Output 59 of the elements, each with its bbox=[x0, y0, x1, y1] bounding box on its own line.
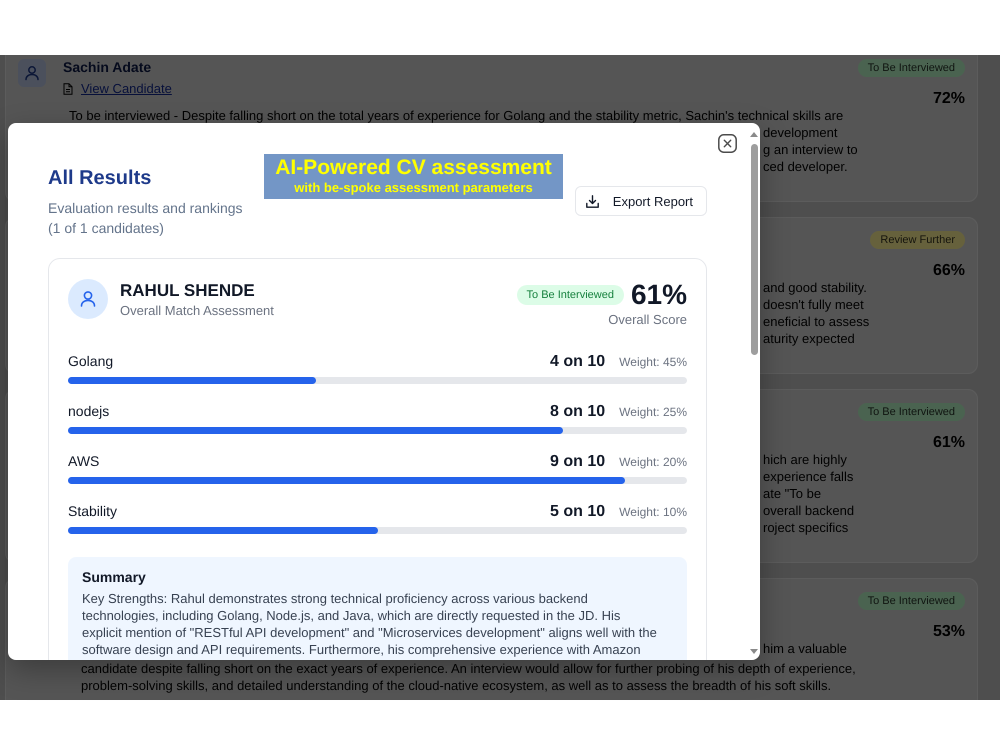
banner-subtitle: with be-spoke assessment parameters bbox=[294, 180, 533, 196]
summary-fragment: g an interview to bbox=[763, 141, 858, 158]
close-icon bbox=[718, 134, 737, 153]
match-score: 53% bbox=[932, 623, 965, 641]
summary-fragment: hich are highly bbox=[763, 451, 847, 468]
dialog-subtitle: Evaluation results and rankings bbox=[48, 199, 243, 218]
summary-fragment: doesn't fully meet bbox=[763, 296, 864, 313]
candidate-name: RAHUL SHENDE bbox=[120, 280, 255, 302]
export-report-button[interactable]: Export Report bbox=[574, 186, 707, 216]
summary-fragment: experience falls bbox=[763, 468, 854, 485]
assessment-caption: Overall Match Assessment bbox=[120, 302, 274, 320]
summary-line: candidate despite falling short on the exact years of experience. An interview would allow for further probing of his depth of experience, bbox=[81, 660, 856, 677]
criterion-rating: 5 on 10 bbox=[550, 502, 606, 522]
close-button[interactable] bbox=[718, 134, 737, 153]
scrollbar-thumb[interactable] bbox=[750, 144, 758, 355]
criterion-rating: 9 on 10 bbox=[550, 452, 606, 472]
criterion-rating: 4 on 10 bbox=[550, 352, 606, 372]
person-avatar-icon bbox=[18, 59, 46, 87]
criterion-rating: 8 on 10 bbox=[550, 402, 606, 422]
criterion-name: Golang bbox=[68, 352, 114, 371]
summary-fragment: ate "To be bbox=[763, 485, 822, 502]
banner-title: AI-Powered CV assessment bbox=[275, 156, 552, 180]
criterion-weight: Weight: 45% bbox=[619, 354, 687, 371]
dialog-title: All Results bbox=[48, 166, 152, 190]
match-score: 66% bbox=[932, 262, 965, 280]
summary-fragment: eneficial to assess bbox=[763, 313, 870, 330]
criterion-name: AWS bbox=[68, 452, 100, 471]
criterion-name: Stability bbox=[68, 502, 118, 521]
summary-fragment: overall backend bbox=[763, 502, 854, 519]
scroll-down-icon[interactable] bbox=[750, 649, 758, 654]
status-tag: To Be Interviewed bbox=[858, 403, 965, 421]
status-tag: To Be Interviewed bbox=[858, 592, 965, 610]
summary-fragment: aturity expected bbox=[763, 330, 855, 347]
status-tag: To Be Interviewed bbox=[858, 59, 965, 77]
overall-score: 61% bbox=[630, 279, 687, 311]
summary-fragment: development bbox=[763, 124, 838, 141]
summary-text: Key Strengths: Rahul demonstrates strong technical proficiency across various backend technologies, including Golang, Node.js, and Java, which are directly requested in the JD. His explicit mention of "RESTful API development" and "Microservices development" aligns well with the software design and API requirements. Furthermore, his comprehensive experience with Amazon bbox=[82, 590, 657, 658]
candidate-name: Sachin Adate bbox=[63, 59, 152, 75]
score-label: Overall Score bbox=[608, 311, 687, 329]
scroll-up-icon[interactable] bbox=[750, 132, 758, 137]
criterion-weight: Weight: 10% bbox=[619, 504, 687, 521]
summary-line: problem-solving skills, and detailed understanding of the cloud-native ecosystem, as well as to assess the breadth of his soft skills. bbox=[81, 677, 832, 694]
summary-fragment: roject specifics bbox=[763, 519, 848, 536]
summary-heading: Summary bbox=[82, 568, 146, 586]
criterion-weight: Weight: 20% bbox=[619, 454, 687, 471]
summary-fragment: ced developer. bbox=[763, 158, 848, 175]
match-score: 72% bbox=[932, 90, 965, 108]
download-icon bbox=[586, 194, 599, 208]
summary-fragment: and good stability. bbox=[763, 279, 867, 296]
criterion-name: nodejs bbox=[68, 402, 110, 421]
status-tag: To Be Interviewed bbox=[516, 285, 624, 305]
status-tag: Review Further bbox=[870, 231, 965, 249]
summary-fragment: him a valuable bbox=[763, 640, 847, 657]
document-icon bbox=[63, 83, 73, 95]
match-score: 61% bbox=[932, 434, 965, 452]
candidate-count: (1 of 1 candidates) bbox=[48, 219, 164, 238]
criterion-weight: Weight: 25% bbox=[619, 404, 687, 421]
candidate-summary: To be interviewed - Despite falling short on the total years of experience for Golang and the stability metric, Sachin's technical skills are bbox=[69, 107, 844, 124]
person-avatar-icon bbox=[68, 279, 108, 319]
